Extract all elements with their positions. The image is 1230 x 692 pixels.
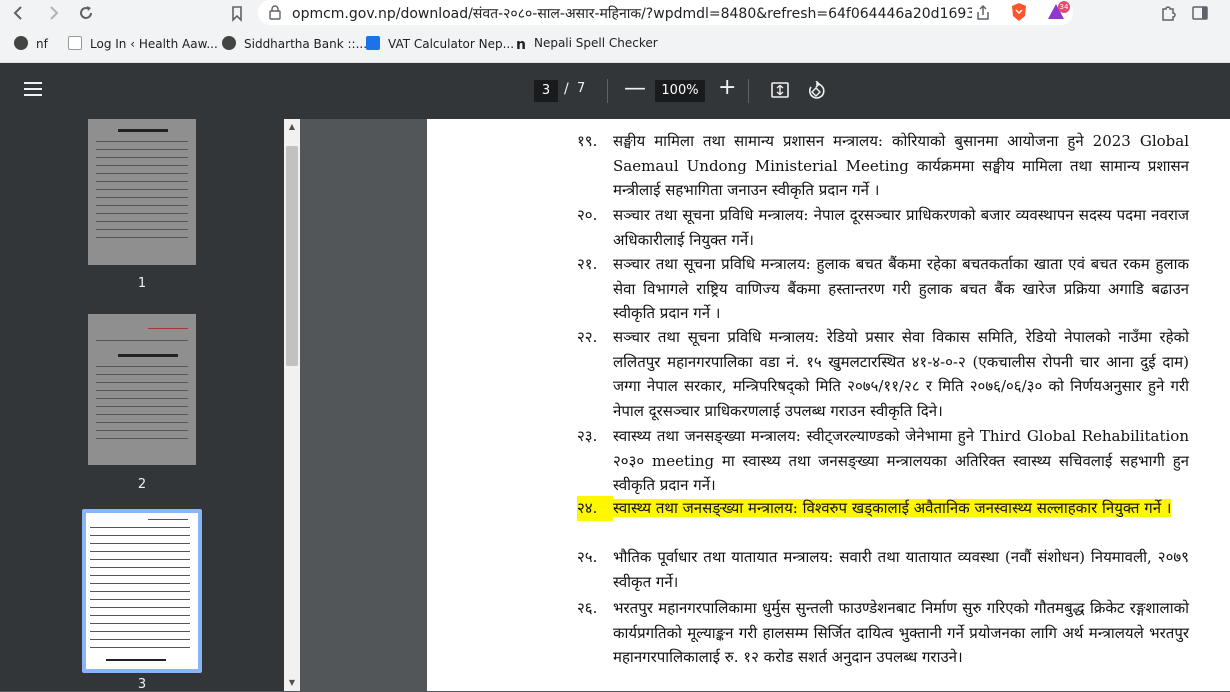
pdf-toolbar: 3 / 7 — 100% + — [0, 63, 1230, 119]
item-number: १९. — [577, 132, 598, 150]
thumbnail-page-1[interactable] — [88, 119, 196, 265]
list-item: २२. सञ्चार तथा सूचना प्रविधि मन्त्रालय: … — [577, 325, 1189, 423]
item-number: २०. — [577, 206, 598, 224]
list-item: २३. स्वास्थ्य तथा जनसङ्ख्या मन्त्रालय: स… — [577, 424, 1189, 498]
brave-shields-icon[interactable] — [1010, 2, 1028, 22]
url-text[interactable]: opmcm.gov.np/download/संवत-२०८०-साल-असार… — [292, 4, 972, 23]
item-number: २४. — [577, 496, 613, 521]
list-item: २६. भरतपुर महानगरपालिकामा धुर्मुस सुन्तल… — [577, 596, 1189, 670]
page-total: 7 — [577, 81, 586, 96]
thumbnail-page-2[interactable] — [88, 314, 196, 465]
menu-icon[interactable] — [24, 82, 42, 96]
thumbnail-label-3: 3 — [137, 677, 147, 692]
health-site-icon — [68, 36, 82, 50]
scroll-down-icon[interactable]: ▼ — [284, 676, 300, 690]
bookmark-nf[interactable]: nf — [14, 36, 48, 51]
scrollbar-thumb[interactable] — [286, 146, 298, 366]
bookmark-siddhartha[interactable]: Siddhartha Bank ::... — [222, 36, 367, 51]
zoom-input[interactable]: 100% — [655, 80, 705, 102]
item-number: २६. — [577, 599, 598, 617]
item-text: सञ्चार तथा सूचना प्रविधि मन्त्रालय: रेडि… — [613, 328, 1189, 420]
page-separator: / — [564, 81, 569, 97]
sidebar-toggle-icon[interactable] — [1190, 3, 1210, 23]
item-text: भरतपुर महानगरपालिकामा धुर्मुस सुन्तली फा… — [613, 599, 1189, 666]
thumbnail-label-1: 1 — [137, 276, 147, 291]
globe-icon — [14, 36, 28, 50]
bookmark-vat[interactable]: VAT Calculator Nep... — [366, 36, 514, 51]
fit-to-page-icon[interactable] — [771, 82, 789, 98]
item-number: २२. — [577, 328, 598, 346]
scroll-up-icon[interactable]: ▲ — [284, 120, 300, 134]
item-number: २३. — [577, 427, 598, 445]
zoom-out-button[interactable]: — — [624, 77, 646, 101]
extensions-icon[interactable] — [1158, 3, 1178, 23]
item-text: स्वास्थ्य तथा जनसङ्ख्या मन्त्रालय: स्वीट… — [613, 427, 1189, 494]
thumbnail-sidebar: 1 2 3 — [0, 119, 284, 692]
back-icon[interactable] — [8, 2, 30, 24]
pdf-viewer: १९. सङ्घीय मामिला तथा सामान्य प्रशासन मन… — [300, 119, 1230, 691]
thumbnail-page-3[interactable] — [82, 509, 202, 673]
list-item: २१. सञ्चार तथा सूचना प्रविधि मन्त्रालय: … — [577, 252, 1189, 326]
list-item: १९. सङ्घीय मामिला तथा सामान्य प्रशासन मन… — [577, 129, 1189, 203]
list-item: २५. भौतिक पूर्वाधार तथा यातायात मन्त्राल… — [577, 545, 1189, 594]
zoom-in-button[interactable]: + — [718, 76, 736, 100]
item-text: सञ्चार तथा सूचना प्रविधि मन्त्रालय: नेपा… — [613, 206, 1189, 249]
item-text: सङ्घीय मामिला तथा सामान्य प्रशासन मन्त्र… — [613, 132, 1189, 199]
pdf-page: १९. सङ्घीय मामिला तथा सामान्य प्रशासन मन… — [427, 119, 1230, 691]
bookmark-spell-checker[interactable]: n Nepali Spell Checker — [516, 36, 658, 52]
rotate-icon[interactable] — [806, 81, 826, 101]
item-number: २५. — [577, 548, 598, 566]
toolbar-divider — [748, 79, 749, 103]
bookmark-icon[interactable] — [226, 2, 248, 24]
globe-icon — [222, 36, 236, 50]
bookmark-health[interactable]: Log In ‹ Health Aaw... — [68, 36, 218, 51]
thumbnail-label-2: 2 — [137, 477, 147, 492]
navigation-row: opmcm.gov.np/download/संवत-२०८०-साल-असार… — [0, 0, 1230, 26]
toolbar-divider — [607, 79, 608, 103]
item-text-highlighted: स्वास्थ्य तथा जनसङ्ख्या मन्त्रालय: विश्व… — [613, 499, 1172, 517]
site-info-icon[interactable] — [268, 4, 282, 20]
item-text: सञ्चार तथा सूचना प्रविधि मन्त्रालय: हुला… — [613, 255, 1189, 322]
item-text: भौतिक पूर्वाधार तथा यातायात मन्त्रालय: स… — [613, 548, 1189, 591]
forward-icon[interactable] — [42, 2, 64, 24]
reload-icon[interactable] — [75, 2, 97, 24]
item-number: २१. — [577, 255, 598, 273]
bookmarks-bar: nf Log In ‹ Health Aaw... Siddhartha Ban… — [0, 30, 1230, 60]
n-logo-icon: n — [516, 37, 526, 53]
list-item: २०. सञ्चार तथा सूचना प्रविधि मन्त्रालय: … — [577, 203, 1189, 252]
list-item-highlighted: २४. स्वास्थ्य तथा जनसङ्ख्या मन्त्रालय: व… — [577, 496, 1189, 521]
rewards-badge: 34 — [1058, 1, 1070, 13]
page-number-input[interactable]: 3 — [534, 80, 558, 102]
address-bar[interactable]: opmcm.gov.np/download/संवत-२०८०-साल-असार… — [258, 0, 1073, 25]
share-icon[interactable] — [974, 4, 992, 22]
browser-chrome: opmcm.gov.np/download/संवत-२०८०-साल-असार… — [0, 0, 1230, 63]
vat-site-icon — [366, 36, 380, 50]
